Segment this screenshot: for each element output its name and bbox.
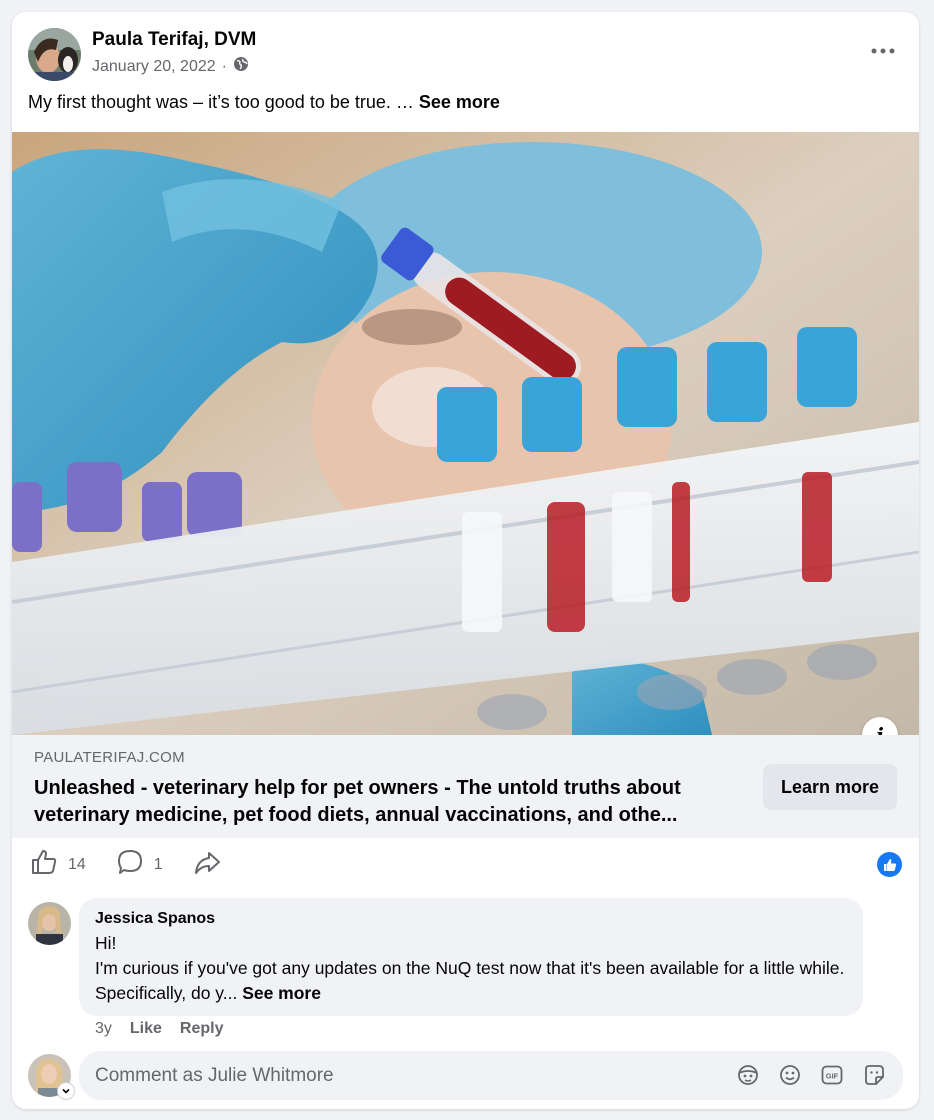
profile-switch-chevron-icon[interactable] [57,1082,75,1100]
post-image[interactable] [12,132,919,735]
comment-actions: 3y Like Reply [95,1020,224,1038]
comment-line-1: Hi! [95,933,117,953]
post-text: My first thought was – it’s too good to … [28,92,500,113]
post-date[interactable]: January 20, 2022 [92,58,216,76]
commenter-name[interactable]: Jessica Spanos [95,910,847,928]
more-options-button[interactable] [867,38,899,64]
comment-see-more-link[interactable]: See more [242,983,321,1003]
comment-button[interactable]: 1 [116,848,163,881]
like-button[interactable]: 14 [30,848,86,881]
emoji-icon[interactable] [778,1063,802,1087]
post-actions: 14 1 [30,848,251,881]
gif-icon[interactable]: GIF [820,1063,844,1087]
comment-like-button[interactable]: Like [130,1020,162,1038]
sticker-icon[interactable] [862,1063,886,1087]
comment-bubble: Jessica Spanos Hi! I'm curious if you've… [79,898,863,1016]
comment-count: 1 [153,855,163,873]
comment-age[interactable]: 3y [95,1020,112,1038]
commenter-avatar[interactable] [28,902,71,945]
composer-tools: GIF [736,1063,886,1087]
meta-separator: · [221,57,227,75]
learn-more-button[interactable]: Learn more [763,764,897,810]
link-preview[interactable]: PAULATERIFAJ.COM Unleashed - veterinary … [12,735,919,838]
comment-bubble-icon [116,848,144,881]
comment-body: I'm curious if you've got any updates on… [95,958,845,1003]
link-title[interactable]: Unleashed - veterinary help for pet owne… [34,775,734,829]
avatar-sticker-icon[interactable] [736,1063,760,1087]
author-name[interactable]: Paula Terifaj, DVM [92,29,256,51]
like-reaction-icon[interactable] [877,852,902,877]
post-body: My first thought was – it’s too good to … [28,92,419,112]
share-button[interactable] [193,848,221,881]
see-more-link[interactable]: See more [419,92,500,112]
svg-text:GIF: GIF [826,1072,839,1081]
globe-icon [233,56,249,77]
post-meta: January 20, 2022 · [92,56,249,77]
like-count: 14 [68,855,86,873]
comment-reply-button[interactable]: Reply [180,1020,224,1038]
thumbs-up-icon [30,848,58,881]
comment-text: I'm curious if you've got any updates on… [95,956,847,1006]
post-card: Paula Terifaj, DVM January 20, 2022 · My… [12,12,919,1109]
share-arrow-icon [193,848,221,881]
author-avatar[interactable] [28,28,81,81]
link-domain: PAULATERIFAJ.COM [34,749,185,766]
